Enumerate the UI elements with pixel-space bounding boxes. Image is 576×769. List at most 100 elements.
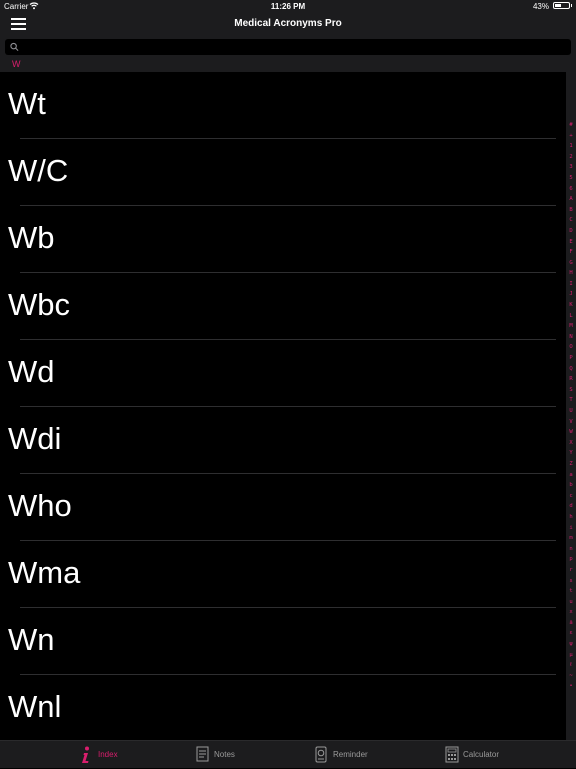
calculator-icon: [445, 746, 459, 763]
index-letter[interactable]: M: [569, 321, 572, 332]
battery-icon: [553, 2, 572, 9]
index-letter[interactable]: p: [569, 554, 572, 565]
index-letter[interactable]: u: [569, 597, 572, 608]
index-letter[interactable]: F: [569, 247, 572, 258]
index-letter[interactable]: ~: [569, 671, 572, 682]
index-letter[interactable]: ε: [569, 628, 572, 639]
index-letter[interactable]: c: [569, 491, 572, 502]
alphabet-index-bar[interactable]: # +1 2 3 5 6 A B C D E F G H I J K L M N O P Q R S T U V W X Y Za b c d h i m…: [566, 72, 576, 740]
search-input[interactable]: [23, 39, 563, 55]
index-letter[interactable]: N: [569, 332, 572, 343]
index-letter[interactable]: E: [569, 237, 572, 248]
acronym-row[interactable]: Wb: [0, 206, 566, 273]
tab-label-index: Index: [98, 750, 118, 759]
tab-label-notes: Notes: [214, 750, 235, 759]
acronym-label: Wb: [8, 220, 55, 255]
acronym-list[interactable]: Wt W/C Wb Wbc Wd Wdi Who Wma Wn Wnl: [0, 72, 566, 742]
index-letter[interactable]: a: [569, 470, 572, 481]
index-letter[interactable]: r: [569, 565, 572, 576]
index-letter[interactable]: O: [569, 342, 572, 353]
battery-percent: 43%: [532, 2, 549, 11]
acronym-row[interactable]: Wma: [0, 541, 566, 608]
acronym-label: Wd: [8, 354, 55, 389]
index-letter[interactable]: T: [569, 395, 572, 406]
index-letter[interactable]: •: [569, 681, 572, 692]
acronym-row[interactable]: Wt: [0, 72, 566, 139]
acronym-row[interactable]: Wnl: [0, 675, 566, 742]
index-letter[interactable]: n: [569, 544, 572, 555]
info-icon: [82, 746, 89, 763]
index-letter[interactable]: S: [569, 385, 572, 396]
index-letter[interactable]: D: [569, 226, 572, 237]
index-letter[interactable]: K: [569, 300, 572, 311]
index-letter[interactable]: I: [569, 279, 572, 290]
acronym-row[interactable]: Who: [0, 474, 566, 541]
index-letter[interactable]: 6: [569, 184, 572, 195]
acronym-label: W/C: [8, 153, 69, 188]
tab-reminder[interactable]: Reminder: [288, 741, 432, 769]
index-letter[interactable]: s: [569, 576, 572, 587]
index-letter[interactable]: B: [569, 205, 572, 216]
tab-bar: Index Notes Reminder Calculator: [0, 740, 576, 768]
clock: 11:26 PM: [270, 2, 306, 11]
index-letter[interactable]: m: [569, 533, 572, 544]
notes-icon: [196, 746, 209, 762]
search-field[interactable]: [5, 39, 571, 55]
index-letter[interactable]: G: [569, 258, 572, 269]
acronym-label: Wt: [8, 86, 46, 121]
acronym-label: Wn: [8, 622, 55, 657]
search-bar: [0, 37, 576, 57]
reminder-icon: [315, 746, 327, 763]
index-letter[interactable]: C: [569, 215, 572, 226]
acronym-row[interactable]: W/C: [0, 139, 566, 206]
index-letter[interactable]: i: [569, 523, 572, 534]
index-letter[interactable]: b: [569, 480, 572, 491]
tab-label-reminder: Reminder: [333, 750, 368, 759]
acronym-row[interactable]: Wd: [0, 340, 566, 407]
navigation-bar: Medical Acronyms Pro: [0, 12, 576, 37]
acronym-row[interactable]: Wdi: [0, 407, 566, 474]
index-letter[interactable]: 3: [569, 162, 572, 173]
index-letter[interactable]: x: [569, 607, 572, 618]
tab-index[interactable]: Index: [0, 741, 144, 769]
acronym-label: Wdi: [8, 421, 62, 456]
index-letter[interactable]: h: [569, 512, 572, 523]
index-letter[interactable]: W: [569, 427, 572, 438]
index-letter[interactable]: Q: [569, 364, 572, 375]
index-letter[interactable]: A: [569, 194, 572, 205]
index-letter[interactable]: ā: [569, 618, 572, 629]
acronym-label: Wbc: [8, 287, 70, 322]
tab-calculator[interactable]: Calculator: [432, 741, 576, 769]
index-letter[interactable]: 1: [569, 141, 572, 152]
section-letter: W: [12, 59, 21, 69]
index-letter[interactable]: L: [569, 311, 572, 322]
index-letter[interactable]: V: [569, 417, 572, 428]
index-letter[interactable]: U: [569, 406, 572, 417]
index-letter[interactable]: X: [569, 438, 572, 449]
acronym-label: Wma: [8, 555, 81, 590]
index-letter[interactable]: P: [569, 353, 572, 364]
index-letter[interactable]: +: [569, 131, 572, 142]
section-header: W: [0, 57, 576, 72]
tab-label-calculator: Calculator: [463, 750, 500, 759]
index-letter[interactable]: R: [569, 374, 572, 385]
index-letter[interactable]: 5: [569, 173, 572, 184]
index-letter[interactable]: Z: [569, 459, 572, 470]
index-letter[interactable]: #: [569, 120, 572, 131]
acronym-label: Who: [8, 488, 72, 523]
page-title: Medical Acronyms Pro: [234, 18, 342, 29]
index-letter[interactable]: t: [569, 586, 572, 597]
status-bar: Carrier 11:26 PM 43%: [0, 0, 576, 12]
index-letter[interactable]: d: [569, 501, 572, 512]
index-letter[interactable]: μ: [569, 650, 572, 661]
index-letter[interactable]: H: [569, 268, 572, 279]
acronym-row[interactable]: Wbc: [0, 273, 566, 340]
tab-notes[interactable]: Notes: [144, 741, 288, 769]
acronym-row[interactable]: Wn: [0, 608, 566, 675]
index-letter[interactable]: ℓ: [569, 660, 572, 671]
index-letter[interactable]: 2: [569, 152, 572, 163]
search-icon: [10, 42, 19, 51]
index-letter[interactable]: ψ: [569, 639, 572, 650]
index-letter[interactable]: Y: [569, 448, 572, 459]
index-letter[interactable]: J: [569, 289, 572, 300]
